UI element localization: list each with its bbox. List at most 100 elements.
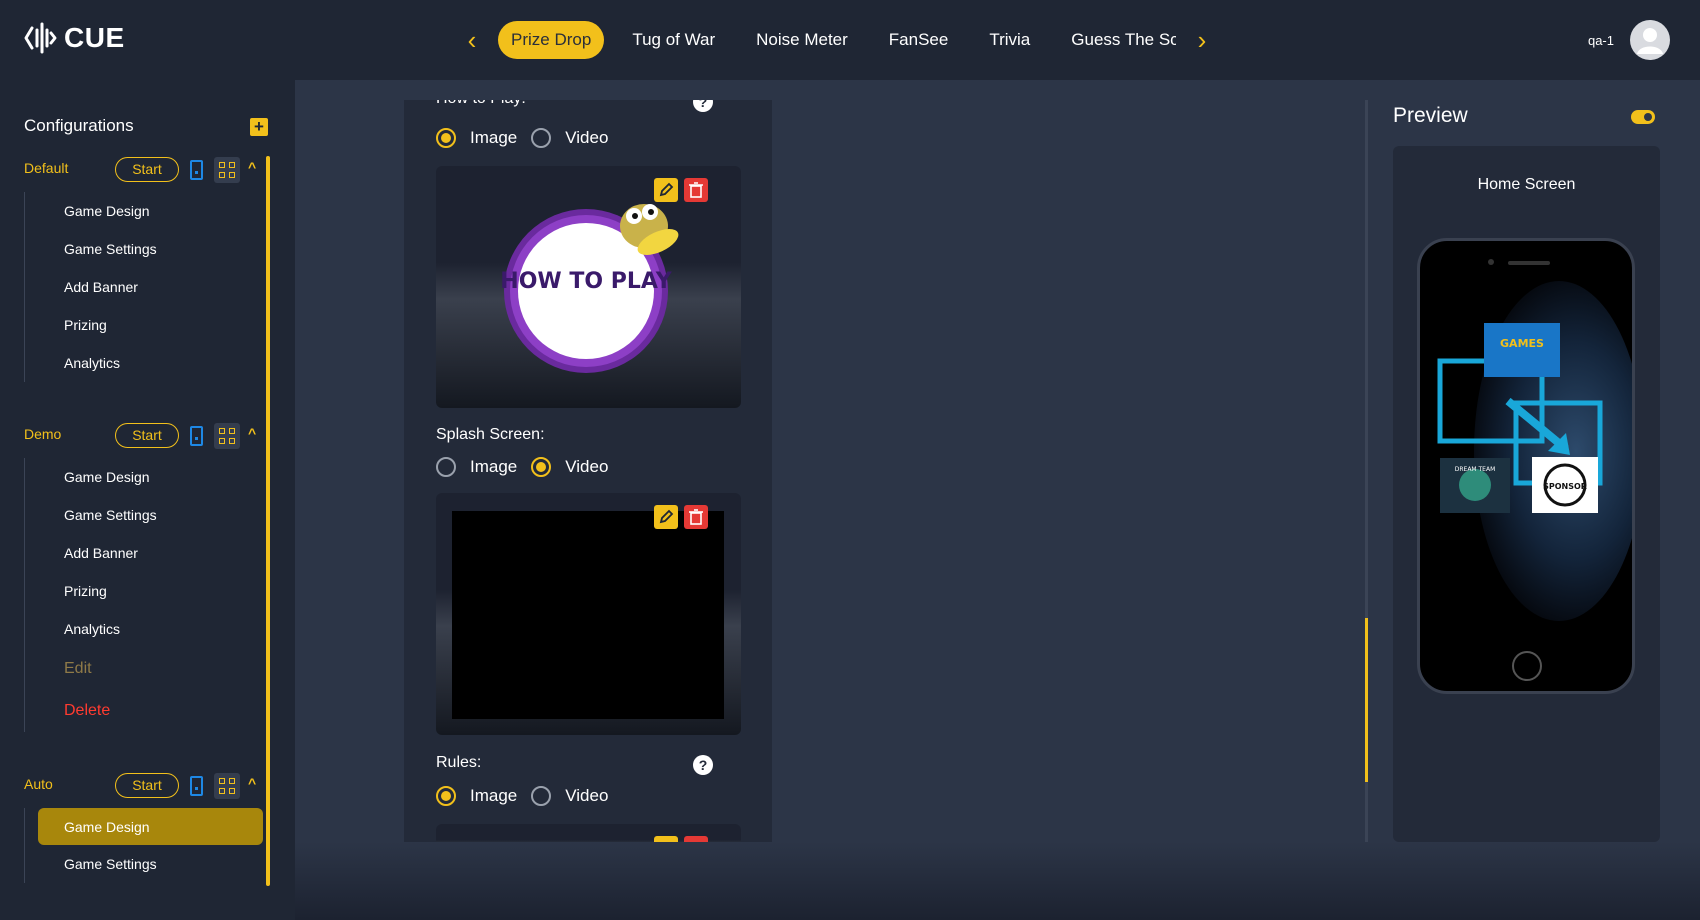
sidebar-item-game-design[interactable]: Game Design bbox=[38, 458, 263, 496]
config-group-demo-items: Game Design Game Settings Add Banner Pri… bbox=[24, 458, 263, 732]
how-to-play-help-icon[interactable]: ? bbox=[693, 100, 713, 112]
game-design-form[interactable]: How to Play: ? Image Video HOW TO PLAY bbox=[404, 100, 772, 842]
preview-toggle[interactable] bbox=[1631, 110, 1655, 124]
sidebar-item-add-banner[interactable]: Add Banner bbox=[38, 268, 263, 306]
rules-media-radio: Image Video bbox=[436, 786, 622, 806]
rules-image-preview bbox=[436, 824, 741, 842]
logo-text: CUE bbox=[64, 22, 125, 53]
video-radio[interactable] bbox=[531, 128, 552, 148]
video-radio[interactable] bbox=[531, 786, 552, 806]
group-name[interactable]: Default bbox=[24, 160, 68, 176]
rules-help-icon[interactable]: ? bbox=[693, 755, 713, 775]
how-to-play-art-line1: HOW TO PLAY bbox=[500, 269, 672, 294]
home-screen-banners: GAMES DREAM TEAM SPONSOR bbox=[1437, 323, 1603, 513]
sidebar-item-game-settings[interactable]: Game Settings bbox=[38, 496, 263, 534]
user-name: qa-1 bbox=[1587, 32, 1614, 48]
image-radio-label[interactable]: Image bbox=[470, 128, 517, 148]
sidebar-item-add-banner[interactable]: Add Banner bbox=[38, 534, 263, 572]
pencil-icon bbox=[659, 509, 674, 524]
mobile-preview-icon[interactable] bbox=[190, 426, 203, 446]
tab-fansee[interactable]: FanSee bbox=[876, 21, 962, 59]
user-icon bbox=[1637, 28, 1663, 54]
sidebar-item-game-design[interactable]: Game Design bbox=[38, 808, 263, 845]
form-scrollbar-thumb[interactable] bbox=[1365, 618, 1368, 782]
mobile-preview-icon[interactable] bbox=[190, 160, 203, 180]
trash-icon bbox=[689, 182, 703, 198]
image-radio-label[interactable]: Image bbox=[470, 786, 517, 806]
sponsor-banner-text: SPONSOR bbox=[1543, 482, 1587, 491]
tab-trivia[interactable]: Trivia bbox=[976, 21, 1043, 59]
preview-title: Preview bbox=[1393, 104, 1468, 127]
footer-shade bbox=[295, 842, 1700, 920]
sidebar-item-prizing[interactable]: Prizing bbox=[38, 572, 263, 610]
sidebar: Configurations + Default Start ^ Game De… bbox=[0, 80, 295, 920]
sidebar-item-edit[interactable]: Edit bbox=[38, 648, 263, 690]
image-radio[interactable] bbox=[436, 786, 456, 806]
edit-image-button[interactable] bbox=[654, 178, 678, 202]
chevron-up-icon[interactable]: ^ bbox=[248, 775, 256, 791]
start-button[interactable]: Start bbox=[115, 423, 179, 448]
soundwave-logo-icon bbox=[24, 22, 57, 54]
how-to-play-image-preview: HOW TO PLAY bbox=[436, 166, 741, 408]
delete-video-button[interactable] bbox=[684, 505, 708, 529]
group-name[interactable]: Demo bbox=[24, 426, 61, 442]
group-name[interactable]: Auto bbox=[24, 776, 53, 792]
preview-card: Home Screen GAMES DREAM TEAM SPONSOR bbox=[1393, 146, 1660, 842]
tab-noise-meter[interactable]: Noise Meter bbox=[743, 21, 861, 59]
sidebar-item-game-settings[interactable]: Game Settings bbox=[38, 845, 263, 883]
config-group-auto-items: Game Design Game Settings bbox=[24, 808, 263, 883]
qr-code-icon[interactable] bbox=[214, 773, 240, 799]
edit-rules-image-button[interactable] bbox=[654, 836, 678, 842]
avatar[interactable] bbox=[1630, 20, 1670, 60]
video-radio-label[interactable]: Video bbox=[565, 128, 608, 148]
sidebar-item-analytics[interactable]: Analytics bbox=[38, 610, 263, 648]
rules-label: Rules: bbox=[436, 754, 482, 771]
tab-guess-the-score[interactable]: Guess The Score bbox=[1058, 21, 1176, 59]
sidebar-item-delete[interactable]: Delete bbox=[38, 690, 263, 732]
config-group-auto: Auto Start ^ bbox=[24, 773, 274, 799]
sidebar-item-prizing[interactable]: Prizing bbox=[38, 306, 263, 344]
chevron-up-icon[interactable]: ^ bbox=[248, 159, 256, 175]
image-radio-label[interactable]: Image bbox=[470, 457, 517, 477]
tab-tug-of-war[interactable]: Tug of War bbox=[619, 21, 728, 59]
trash-icon bbox=[689, 509, 703, 525]
splash-media-radio: Image Video bbox=[436, 457, 622, 477]
delete-image-button[interactable] bbox=[684, 178, 708, 202]
config-group-default-items: Game Design Game Settings Add Banner Pri… bbox=[24, 192, 263, 382]
edit-video-button[interactable] bbox=[654, 505, 678, 529]
image-radio[interactable] bbox=[436, 128, 456, 148]
sidebar-item-analytics[interactable]: Analytics bbox=[38, 344, 263, 382]
delete-rules-image-button[interactable] bbox=[684, 836, 708, 842]
chevron-up-icon[interactable]: ^ bbox=[248, 425, 256, 441]
main-content: How to Play: ? Image Video HOW TO PLAY bbox=[295, 80, 1700, 920]
pencil-icon bbox=[659, 182, 674, 197]
phone-mockup: GAMES DREAM TEAM SPONSOR bbox=[1417, 238, 1635, 694]
how-to-play-artwork: HOW TO PLAY bbox=[500, 204, 679, 373]
splash-screen-label: Splash Screen: bbox=[436, 426, 545, 443]
sidebar-item-game-settings[interactable]: Game Settings bbox=[38, 230, 263, 268]
preview-screen-label: Home Screen bbox=[1477, 176, 1576, 193]
sidebar-item-game-design[interactable]: Game Design bbox=[38, 192, 263, 230]
video-radio-label[interactable]: Video bbox=[565, 786, 608, 806]
user-menu[interactable]: qa-1 bbox=[1588, 20, 1670, 60]
image-radio[interactable] bbox=[436, 457, 456, 477]
add-configuration-icon[interactable]: + bbox=[250, 118, 268, 136]
mobile-preview-icon[interactable] bbox=[190, 776, 203, 796]
video-radio[interactable] bbox=[531, 457, 552, 477]
config-group-demo: Demo Start ^ bbox=[24, 423, 274, 449]
video-player[interactable] bbox=[452, 511, 724, 719]
cue-logo[interactable]: CUE bbox=[24, 20, 125, 56]
tab-prize-drop[interactable]: Prize Drop bbox=[498, 21, 605, 59]
qr-code-icon[interactable] bbox=[214, 423, 240, 449]
start-button[interactable]: Start bbox=[115, 773, 179, 798]
how-to-play-label: How to Play: bbox=[436, 100, 526, 108]
tabs-next-arrow-icon[interactable]: › bbox=[1191, 26, 1213, 54]
splash-video-preview bbox=[436, 493, 741, 735]
dream-team-banner-text: DREAM TEAM bbox=[1455, 466, 1496, 473]
video-radio-label[interactable]: Video bbox=[565, 457, 608, 477]
phone-home-button bbox=[1512, 651, 1542, 681]
start-button[interactable]: Start bbox=[115, 157, 179, 182]
sidebar-title: Configurations bbox=[24, 116, 134, 135]
qr-code-icon[interactable] bbox=[214, 157, 240, 183]
tabs-prev-arrow-icon[interactable]: ‹ bbox=[461, 26, 483, 54]
